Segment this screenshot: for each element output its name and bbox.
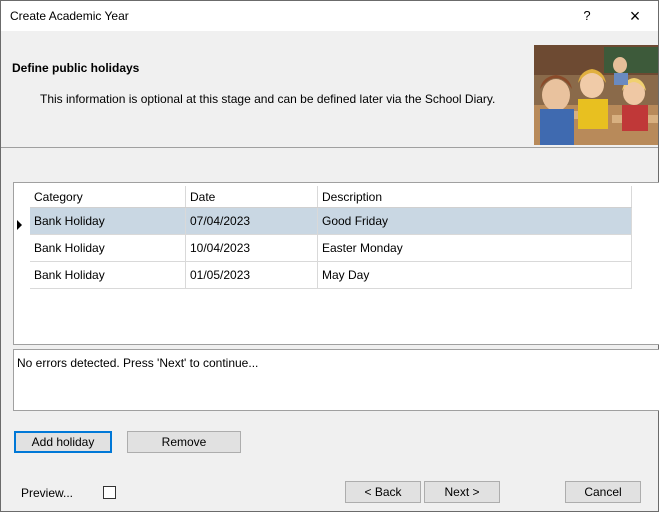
cell-category[interactable]: Bank Holiday	[30, 261, 186, 289]
create-academic-year-dialog: Create Academic Year ? × Define public h…	[0, 0, 659, 512]
table-row[interactable]: Bank Holiday 10/04/2023 Easter Monday	[30, 234, 632, 262]
page-title: Define public holidays	[12, 61, 140, 75]
cell-date[interactable]: 07/04/2023	[185, 207, 318, 235]
window-title: Create Academic Year	[10, 9, 129, 23]
table-row[interactable]: Bank Holiday 07/04/2023 Good Friday	[30, 207, 632, 235]
add-holiday-button[interactable]: Add holiday	[14, 431, 112, 453]
holidays-table: Category Date Description Bank Holiday 0…	[30, 186, 632, 289]
column-header-date[interactable]: Date	[185, 186, 318, 208]
close-icon[interactable]: ×	[618, 4, 652, 28]
page-description: This information is optional at this sta…	[40, 92, 496, 106]
title-bar: Create Academic Year ? ×	[1, 1, 658, 31]
grid-header-row: Category Date Description	[30, 186, 632, 208]
validation-message-box: No errors detected. Press 'Next' to cont…	[13, 349, 659, 411]
cell-date[interactable]: 01/05/2023	[185, 261, 318, 289]
column-header-description[interactable]: Description	[317, 186, 632, 208]
cell-description[interactable]: Good Friday	[317, 207, 632, 235]
validation-message: No errors detected. Press 'Next' to cont…	[17, 356, 259, 370]
remove-button[interactable]: Remove	[127, 431, 241, 453]
table-row[interactable]: Bank Holiday 01/05/2023 May Day	[30, 261, 632, 289]
back-button[interactable]: < Back	[345, 481, 421, 503]
preview-label: Preview...	[21, 486, 74, 500]
next-button[interactable]: Next >	[424, 481, 500, 503]
classroom-photo	[534, 45, 658, 145]
cell-category[interactable]: Bank Holiday	[30, 234, 186, 262]
cell-category[interactable]: Bank Holiday	[30, 207, 186, 235]
preview-checkbox[interactable]	[103, 486, 116, 499]
wizard-header: Define public holidays This information …	[1, 45, 658, 148]
cell-description[interactable]: Easter Monday	[317, 234, 632, 262]
cell-date[interactable]: 10/04/2023	[185, 234, 318, 262]
help-icon[interactable]: ?	[572, 4, 602, 28]
cell-description[interactable]: May Day	[317, 261, 632, 289]
cancel-button[interactable]: Cancel	[565, 481, 641, 503]
row-pointer-icon	[17, 220, 22, 230]
holidays-grid[interactable]: Category Date Description Bank Holiday 0…	[13, 182, 659, 345]
column-header-category[interactable]: Category	[30, 186, 186, 208]
